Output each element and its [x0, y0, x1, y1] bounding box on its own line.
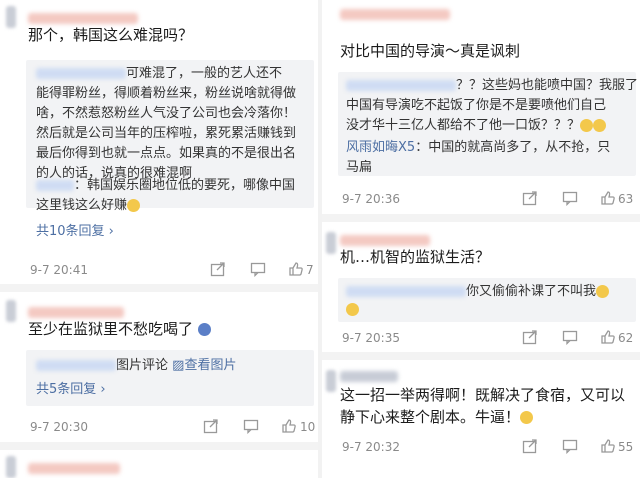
right-comment-column: 对比中国的导演～真是讽刺 ？？这些妈也能喷中国？我服了 中国有导演吃不起饭了你是…: [322, 0, 640, 478]
like-count: 7: [306, 263, 314, 277]
username[interactable]: [340, 4, 450, 23]
like-count: 10: [300, 420, 316, 434]
reply-line: ：韩国娱乐圈地位低的要死，哪像中国: [36, 176, 295, 196]
divider: [322, 352, 640, 360]
like-icon[interactable]: [600, 190, 616, 206]
reply-line: 最后你得到也就一点点。如果真的不是很出名: [36, 146, 297, 161]
comment-icon[interactable]: [562, 190, 578, 206]
timestamp: 9-7 20:35: [342, 331, 400, 345]
comment-icon[interactable]: [243, 418, 259, 434]
view-image-link[interactable]: ▨查看图片: [172, 358, 236, 373]
laugh-emoji-icon: [520, 411, 534, 424]
like-icon[interactable]: [288, 261, 304, 277]
comment-icon[interactable]: [250, 261, 266, 277]
avatar[interactable]: [6, 456, 16, 478]
timestamp: 9-7 20:41: [30, 263, 88, 277]
reply-box[interactable]: ：韩国娱乐圈地位低的要死，哪像中国 这里钱这么好赚 共10条回复 ›: [26, 172, 314, 252]
comment-text: 那个，韩国这么难混吗？: [28, 26, 194, 44]
reply-line: 可难混了，一般的艺人还不: [36, 64, 282, 84]
left-comment-column: 那个，韩国这么难混吗？ 可难混了，一般的艺人还不 能得罪粉丝，得顺着粉丝来，粉丝…: [0, 0, 318, 478]
comment-text: 静下心来整个剧本。牛逼！: [340, 406, 534, 428]
username[interactable]: [340, 366, 398, 385]
like-count: 63: [618, 192, 634, 206]
laugh-emoji-icon: [596, 285, 610, 298]
share-icon[interactable]: [210, 261, 226, 277]
like-icon[interactable]: [600, 438, 616, 454]
avatar[interactable]: [6, 300, 16, 322]
reply-line: 然后就是公司当年的压榨啦，累死累活赚钱到: [36, 126, 297, 141]
reply-box[interactable]: 你又偷偷补课了不叫我: [338, 278, 636, 322]
timestamp: 9-7 20:36: [342, 192, 400, 206]
timestamp: 9-7 20:30: [30, 420, 88, 434]
comment-text: 机…机智的监狱生活？: [340, 248, 491, 266]
share-icon[interactable]: [522, 438, 538, 454]
reply-line: 风雨如晦X5：中国的就高尚多了，从不抢，只: [346, 140, 611, 155]
reply-line: 图片评论 ▨查看图片: [36, 356, 236, 376]
like-icon[interactable]: [600, 329, 616, 345]
reply-line: 你又偷偷补课了不叫我: [346, 282, 610, 302]
like-count: 62: [618, 331, 634, 345]
comment-text: 对比中国的导演～真是讽刺: [340, 42, 521, 60]
like-icon[interactable]: [281, 418, 297, 434]
reply-line: [346, 300, 359, 320]
divider: [0, 284, 318, 292]
share-icon[interactable]: [203, 418, 219, 434]
reply-line: 马扁: [346, 160, 373, 175]
comment-icon[interactable]: [562, 438, 578, 454]
laugh-emoji-icon: [346, 303, 359, 316]
reply-box[interactable]: ？？这些妈也能喷中国？我服了 中国有导演吃不起饭了你是不是要喷他们自己 没才华十…: [338, 72, 638, 176]
share-icon[interactable]: [522, 329, 538, 345]
avatar[interactable]: [326, 232, 336, 254]
username[interactable]: [28, 458, 120, 477]
divider: [0, 442, 318, 450]
laugh-emoji-icon: [127, 199, 141, 212]
reply-line: 能得罪粉丝，得顺着粉丝来，粉丝说啥就得做: [36, 86, 297, 101]
comment-text: 至少在监狱里不愁吃喝了: [28, 318, 211, 340]
avatar[interactable]: [6, 6, 16, 28]
reply-line: ？？这些妈也能喷中国？我服了: [346, 76, 638, 96]
avatar[interactable]: [326, 370, 336, 392]
more-replies-link[interactable]: 共5条回复 ›: [36, 380, 106, 400]
comment-icon[interactable]: [562, 329, 578, 345]
smile-emoji-icon: [580, 119, 594, 132]
more-replies-link[interactable]: 共10条回复 ›: [36, 222, 114, 242]
timestamp: 9-7 20:32: [342, 440, 400, 454]
comment-text: 这一招一举两得啊！既解决了食宿，又可以: [340, 386, 626, 404]
reply-box[interactable]: 图片评论 ▨查看图片 共5条回复 ›: [26, 350, 314, 406]
reply-line: 中国有导演吃不起饭了你是不是要喷他们自己: [346, 98, 607, 113]
share-icon[interactable]: [522, 190, 538, 206]
divider: [322, 214, 640, 222]
reply-username-link[interactable]: 风雨如晦X5: [346, 140, 415, 155]
smile-emoji-icon: [593, 119, 607, 132]
like-count: 55: [618, 440, 634, 454]
reply-line: 没才华十三亿人都给不了他一口饭？？？: [346, 116, 607, 136]
reply-line: 这里钱这么好赚: [36, 196, 141, 216]
emoji-icon: [197, 323, 211, 336]
reply-line: 啥，不然惹怒粉丝人气没了公司也会冷落你！: [36, 106, 297, 121]
